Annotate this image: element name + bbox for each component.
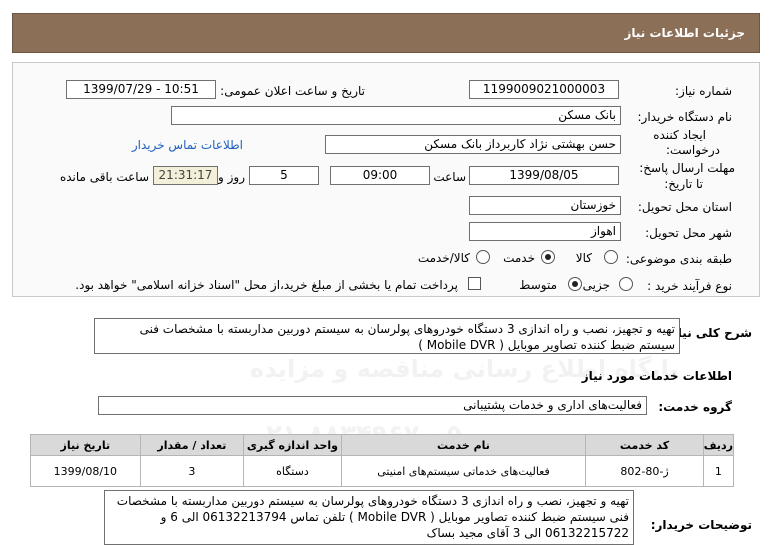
treasury-payment-checkbox[interactable]: [468, 277, 481, 290]
creator-label-line2: درخواست:: [666, 143, 720, 157]
days-label: روز و: [218, 170, 245, 184]
col-service-code: کد خدمت: [585, 434, 704, 456]
page-title: جزئیات اطلاعات نیاز: [624, 26, 745, 40]
creator-label-line1: ایجاد کننده: [653, 128, 706, 142]
city-label: شهر محل تحویل:: [645, 226, 732, 240]
announce-date-label: تاریخ و ساعت اعلان عمومی:: [220, 84, 365, 98]
province-field: خوزستان: [469, 196, 621, 215]
buyer-notes-line3: 06132215722 الی 3 آقای مجید بساک: [426, 526, 629, 540]
buyer-notes-box: تهیه و تجهیز، نصب و راه اندازی 3 دستگاه …: [104, 490, 634, 545]
need-summary-box: تهیه و تجهیز، نصب و راه اندازی 3 دستگاه …: [94, 318, 680, 354]
buyer-name-field: بانک مسکن: [171, 106, 621, 125]
need-number-field: 1199009021000003: [469, 80, 619, 99]
col-unit: واحد اندازه گیری: [243, 434, 342, 456]
deadline-time-field: 09:00: [330, 166, 430, 185]
days-remaining-field: 5: [249, 166, 319, 185]
deadline-label-line2: تا تاریخ:: [664, 177, 703, 191]
service-group-field: فعالیت‌های اداری و خدمات پشتیبانی: [98, 396, 647, 415]
col-quantity: تعداد / مقدار: [139, 434, 245, 456]
cell-need-date: 1399/08/10: [30, 455, 141, 487]
col-service-name: نام خدمت: [340, 434, 587, 456]
buyer-notes-line1: تهیه و تجهیز، نصب و راه اندازی 3 دستگاه …: [116, 494, 629, 508]
col-need-date: تاریخ نیاز: [30, 434, 141, 456]
need-summary-line1: تهیه و تجهیز، نصب و راه اندازی 3 دستگاه …: [139, 322, 675, 336]
city-field: اهواز: [469, 222, 621, 241]
announce-date-field: 1399/07/29 - 10:51: [66, 80, 216, 99]
category-label: طبقه بندی موضوعی:: [625, 252, 732, 266]
need-summary-line2: سیستم ضبط کننده تصاویر موبایل ( Mobile D…: [418, 338, 675, 352]
col-row: ردیف: [702, 434, 735, 456]
category-goods-radio[interactable]: [604, 250, 618, 264]
need-number-label: شماره نیاز:: [675, 84, 732, 98]
deadline-time-label: ساعت: [433, 170, 466, 184]
buyer-name-label: نام دستگاه خریدار:: [637, 110, 733, 124]
province-label: استان محل تحویل:: [637, 200, 732, 214]
process-medium-radio[interactable]: [568, 277, 582, 291]
cell-service-code: ژ-80-802: [585, 455, 704, 487]
category-goods-label: کالا: [575, 251, 592, 265]
buyer-notes-label: توضیحات خریدار:: [650, 518, 752, 532]
services-table-header: ردیف کد خدمت نام خدمت واحد اندازه گیری ت…: [30, 434, 735, 456]
process-type-label: نوع فرآیند خرید :: [647, 279, 732, 293]
process-minor-radio[interactable]: [619, 277, 633, 291]
services-section-title: اطلاعات خدمات مورد نیاز: [581, 369, 732, 383]
buyer-contact-link[interactable]: اطلاعات تماس خریدار: [132, 138, 243, 152]
process-minor-label: جزیی: [582, 278, 610, 292]
time-remaining-field: 21:31:17: [153, 166, 218, 185]
page-header: جزئیات اطلاعات نیاز: [12, 13, 760, 53]
category-service-label: خدمت: [503, 251, 535, 265]
process-medium-label: متوسط: [519, 278, 557, 292]
cell-quantity: 3: [139, 455, 245, 487]
table-row: 1 ژ-80-802 فعالیت‌های خدماتی سیستم‌های ا…: [30, 455, 735, 487]
deadline-date-field: 1399/08/05: [469, 166, 619, 185]
creator-field: حسن بهشتی نژاد کاربرداز بانک مسکن: [325, 135, 621, 154]
category-goods-service-label: کالا/خدمت: [417, 251, 470, 265]
cell-unit: دستگاه: [243, 455, 342, 487]
category-service-radio[interactable]: [541, 250, 555, 264]
buyer-notes-line2: فنی سیستم ضبط کننده تصاویر موبایل ( Mobi…: [160, 510, 629, 524]
service-group-label: گروه خدمت:: [658, 400, 732, 414]
time-remaining-label: ساعت باقی مانده: [59, 170, 149, 184]
services-table: ردیف کد خدمت نام خدمت واحد اندازه گیری ت…: [30, 434, 735, 487]
cell-service-name: فعالیت‌های خدماتی سیستم‌های امنیتی: [340, 455, 587, 487]
cell-row: 1: [702, 455, 735, 487]
treasury-payment-note: پرداخت تمام یا بخشی از مبلغ خرید،از محل …: [75, 278, 458, 292]
deadline-label-line1: مهلت ارسال پاسخ:: [639, 161, 735, 175]
category-goods-service-radio[interactable]: [476, 250, 490, 264]
